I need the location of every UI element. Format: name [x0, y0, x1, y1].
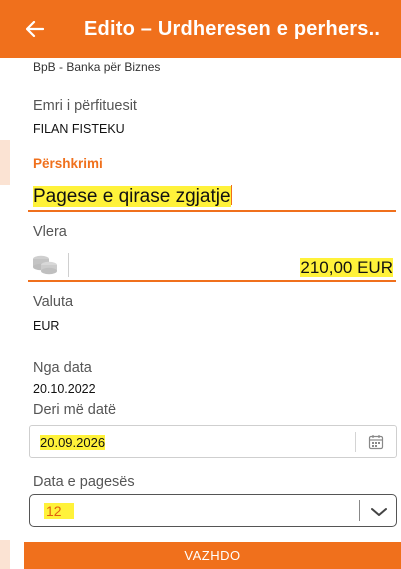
to-date-divider	[355, 432, 356, 452]
from-date-value: 20.10.2022	[33, 382, 96, 396]
chevron-down-icon[interactable]	[370, 505, 388, 523]
coins-icon	[31, 253, 59, 280]
currency-value: EUR	[33, 319, 60, 333]
payment-day-label: Data e pagesës	[33, 474, 135, 490]
to-date-label: Deri më datë	[33, 402, 117, 418]
calendar-icon[interactable]	[368, 434, 384, 455]
page-title: Edito – Urdheresen e perhers..	[84, 17, 381, 40]
from-date-label: Nga data	[33, 360, 92, 376]
payment-day-value: 12	[44, 503, 74, 519]
bank-name: BpB - Banka për Biznes	[33, 60, 161, 74]
amount-value: 210,00 EUR	[300, 258, 393, 277]
description-input[interactable]: Pagese e qirase zgjatje	[33, 185, 232, 208]
currency-label: Valuta	[33, 294, 74, 310]
side-accent	[0, 140, 10, 185]
beneficiary-value: FILAN FISTEKU	[33, 122, 125, 136]
app-header: Edito – Urdheresen e perhers..	[0, 0, 401, 58]
back-arrow-icon[interactable]	[26, 19, 46, 39]
continue-button[interactable]: VAZHDO	[24, 542, 401, 569]
description-underline	[28, 210, 396, 212]
select-divider	[359, 500, 360, 521]
description-label: Përshkrimi	[33, 156, 103, 171]
amount-underline	[28, 280, 396, 282]
text-cursor	[230, 185, 232, 205]
to-date-field[interactable]: 20.09.2026	[29, 425, 397, 458]
amount-divider	[68, 253, 69, 277]
amount-label: Vlera	[33, 224, 67, 240]
amount-input[interactable]: 210,00 EUR	[300, 258, 393, 278]
to-date-value: 20.09.2026	[40, 435, 106, 450]
description-value: Pagese e qirase zgjatje	[33, 186, 231, 207]
side-accent	[0, 540, 10, 569]
payment-day-select[interactable]: 12	[29, 494, 397, 527]
beneficiary-label: Emri i përfituesit	[33, 98, 137, 114]
